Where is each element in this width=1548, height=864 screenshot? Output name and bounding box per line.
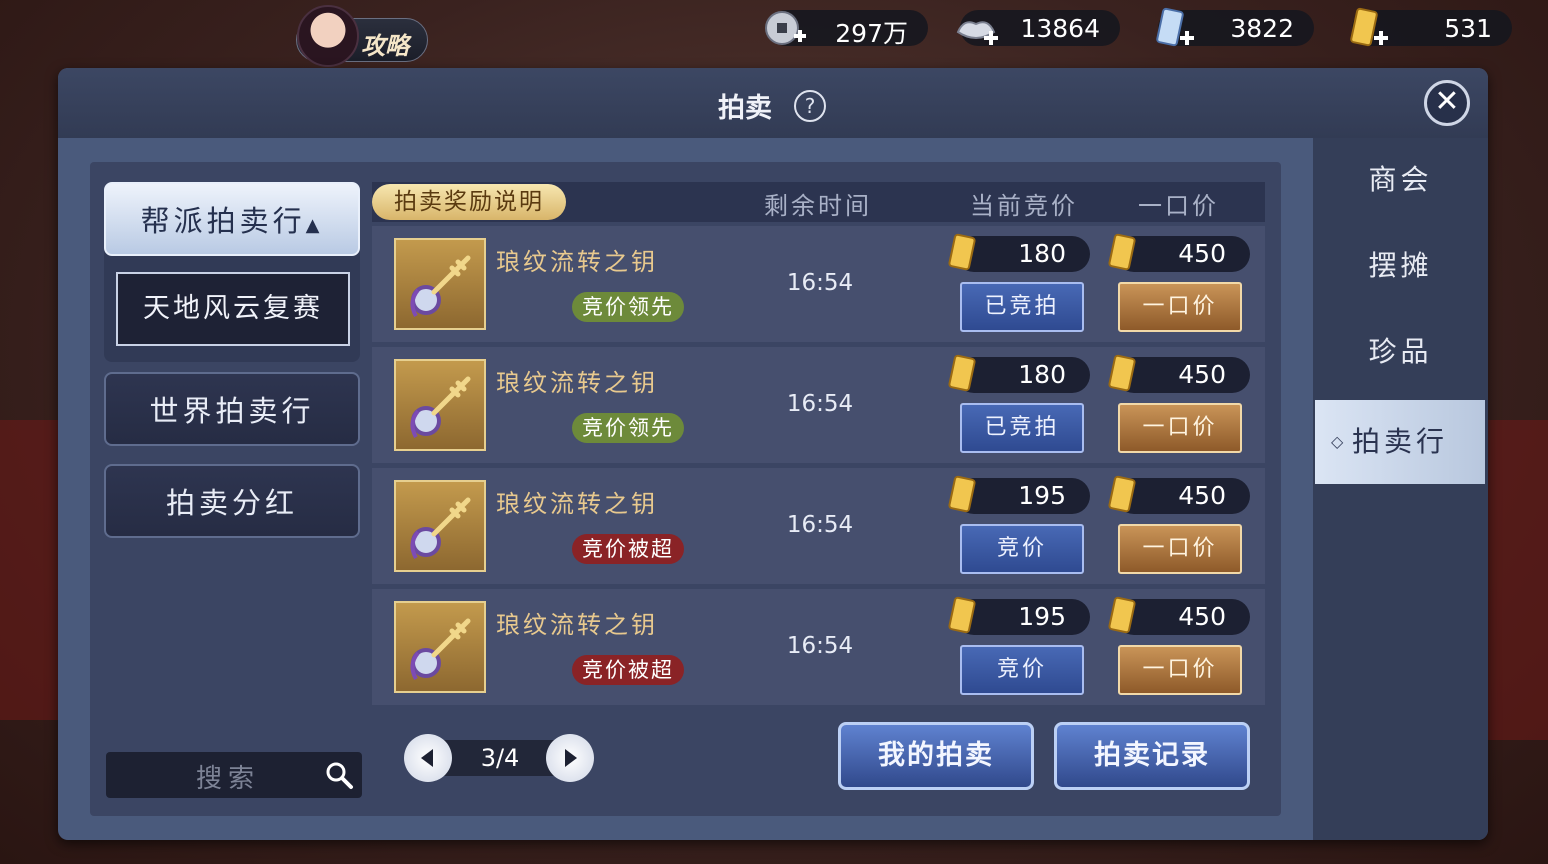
prev-page-button[interactable] <box>404 734 452 782</box>
buyout-price: 450 <box>1108 596 1250 635</box>
key-item-icon[interactable] <box>394 359 486 451</box>
key-item-icon[interactable] <box>394 601 486 693</box>
currency-blue-ticket[interactable]: 3822 <box>1156 7 1314 47</box>
current-bid-price: 180 <box>948 233 1090 272</box>
auction-log-button[interactable]: 拍卖记录 <box>1054 722 1250 790</box>
currency-copper[interactable]: 297万 <box>765 10 928 48</box>
header-current-bid: 当前竞价 <box>970 192 1078 220</box>
table-row[interactable]: 琅纹流转之钥 竞价被超 16:54 195 450 竞价 一口价 <box>372 589 1265 705</box>
gold-ticket-icon <box>948 354 976 392</box>
background-decor <box>1488 420 1548 740</box>
buyout-price: 450 <box>1108 233 1250 272</box>
tab-stall[interactable]: 摆摊 <box>1313 224 1488 308</box>
buyout-button[interactable]: 一口价 <box>1118 403 1242 453</box>
my-auction-button[interactable]: 我的拍卖 <box>838 722 1034 790</box>
status-badge: 竞价被超 <box>572 655 684 685</box>
status-badge: 竞价领先 <box>572 292 684 322</box>
status-badge: 竞价被超 <box>572 534 684 564</box>
reward-info-button[interactable]: 拍卖奖励说明 <box>372 184 566 220</box>
time-remaining: 16:54 <box>786 633 854 659</box>
buyout-button[interactable]: 一口价 <box>1118 282 1242 332</box>
header-time: 剩余时间 <box>764 192 872 220</box>
gold-ticket-icon <box>948 475 976 513</box>
table-row[interactable]: 琅纹流转之钥 竞价领先 16:54 180 450 已竞拍 一口价 <box>372 347 1265 463</box>
triangle-up-icon: ▲ <box>305 215 324 236</box>
current-bid-price: 180 <box>948 354 1090 393</box>
help-button[interactable]: ? <box>794 90 826 122</box>
bid-button[interactable]: 已竞拍 <box>960 403 1084 453</box>
copper-coin-icon <box>765 11 806 45</box>
buyout-button[interactable]: 一口价 <box>1118 524 1242 574</box>
auction-window: 拍卖 ? ✕ 商会 摆摊 珍品 ◇ 拍卖行 帮派拍卖行▲ 天地风云复赛 世界拍卖… <box>58 68 1488 840</box>
category-guild-auction-label: 帮派拍卖行 <box>140 204 306 238</box>
gold-ticket-icon <box>948 596 976 634</box>
gold-ticket-icon <box>1108 475 1136 513</box>
guide-label: 攻略 <box>361 31 409 60</box>
close-button[interactable]: ✕ <box>1424 80 1470 126</box>
gold-ticket-icon <box>948 233 976 271</box>
table-row[interactable]: 琅纹流转之钥 竞价被超 16:54 195 450 竞价 一口价 <box>372 468 1265 584</box>
table-header: 拍卖奖励说明 剩余时间 当前竞价 一口价 <box>372 182 1265 222</box>
category-dividend[interactable]: 拍卖分红 <box>104 464 360 538</box>
currency-gold-ticket[interactable]: 531 <box>1350 7 1512 47</box>
search-icon[interactable] <box>324 760 354 790</box>
guide-button[interactable]: 攻略 <box>296 5 428 67</box>
content-area: 帮派拍卖行▲ 天地风云复赛 世界拍卖行 拍卖分红 搜索 拍卖奖励说明 剩余时间 … <box>90 162 1281 816</box>
gold-ticket-icon <box>1108 354 1136 392</box>
silver-ingot-icon <box>956 21 998 45</box>
key-item-icon[interactable] <box>394 238 486 330</box>
time-remaining: 16:54 <box>786 391 854 417</box>
search-box[interactable]: 搜索 <box>106 752 362 798</box>
current-bid-price: 195 <box>948 596 1090 635</box>
tab-treasure[interactable]: 珍品 <box>1313 310 1488 394</box>
character-avatar <box>297 5 359 67</box>
key-icon <box>410 376 471 438</box>
bid-button[interactable]: 竞价 <box>960 645 1084 695</box>
time-remaining: 16:54 <box>786 512 854 538</box>
category-guild-auction[interactable]: 帮派拍卖行▲ <box>104 182 360 256</box>
window-title: 拍卖 <box>718 93 772 124</box>
tab-auction-house[interactable]: ◇ 拍卖行 <box>1315 400 1485 484</box>
subcategory-tiandi-fengyun[interactable]: 天地风云复赛 <box>116 272 350 346</box>
tab-chamber[interactable]: 商会 <box>1313 138 1488 222</box>
gold-ticket-icon <box>1350 7 1388 47</box>
side-tab-bar: 商会 摆摊 珍品 ◇ 拍卖行 <box>1313 138 1488 840</box>
key-item-icon[interactable] <box>394 480 486 572</box>
key-icon <box>410 618 471 680</box>
tab-auction-house-label: 拍卖行 <box>1351 425 1448 458</box>
blue-ticket-icon <box>1156 7 1194 47</box>
window-header: 拍卖 ? ✕ <box>58 68 1488 138</box>
bid-button[interactable]: 竞价 <box>960 524 1084 574</box>
item-name: 琅纹流转之钥 <box>496 490 658 518</box>
bid-button[interactable]: 已竞拍 <box>960 282 1084 332</box>
active-diamond-icon: ◇ <box>1331 432 1344 451</box>
buyout-price: 450 <box>1108 354 1250 393</box>
table-row[interactable]: 琅纹流转之钥 竞价领先 16:54 180 450 已竞拍 一口价 <box>372 226 1265 342</box>
category-world-auction[interactable]: 世界拍卖行 <box>104 372 360 446</box>
currency-silver[interactable]: 13864 <box>956 10 1120 46</box>
search-placeholder: 搜索 <box>196 764 261 794</box>
next-page-button[interactable] <box>546 734 594 782</box>
key-icon <box>410 255 471 317</box>
gold-ticket-icon <box>1108 233 1136 271</box>
page-indicator: 3/4 <box>480 744 520 772</box>
header-buyout: 一口价 <box>1138 192 1219 220</box>
item-name: 琅纹流转之钥 <box>496 611 658 639</box>
item-name: 琅纹流转之钥 <box>496 369 658 397</box>
current-bid-price: 195 <box>948 475 1090 514</box>
key-icon <box>410 497 471 559</box>
gold-ticket-icon <box>1108 596 1136 634</box>
buyout-button[interactable]: 一口价 <box>1118 645 1242 695</box>
arrow-left-icon <box>421 749 433 767</box>
arrow-right-icon <box>565 749 577 767</box>
item-name: 琅纹流转之钥 <box>496 248 658 276</box>
status-badge: 竞价领先 <box>572 413 684 443</box>
buyout-price: 450 <box>1108 475 1250 514</box>
time-remaining: 16:54 <box>786 270 854 296</box>
